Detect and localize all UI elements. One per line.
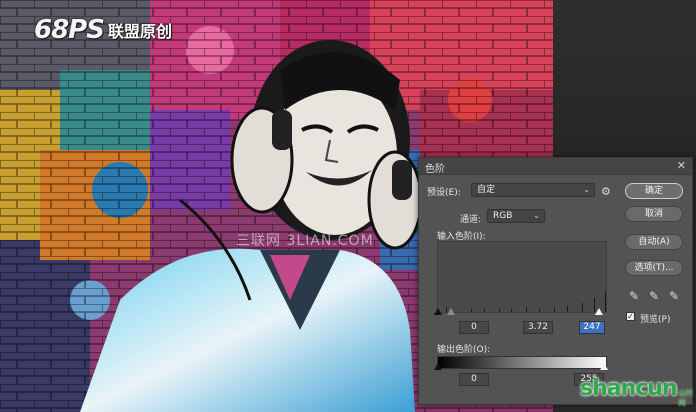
site-badge-sub: 山村网 xyxy=(678,389,693,407)
logo-mark: 68PS xyxy=(34,15,105,45)
output-black-slider[interactable] xyxy=(434,363,442,370)
logo-text: 联盟原创 xyxy=(107,22,172,41)
input-gamma-slider[interactable] xyxy=(447,308,455,315)
site-badge-main: shancun xyxy=(580,376,678,401)
preview-checkbox[interactable]: ✓ xyxy=(626,312,635,321)
levels-dialog: 色阶 ✕ 预设(E): 自定 ⌄ ⚙ 通道: RGB ⌄ 输入色阶(I): 0 … xyxy=(418,157,693,405)
channel-select[interactable]: RGB ⌄ xyxy=(487,209,545,223)
channel-value: RGB xyxy=(493,211,513,221)
output-levels-label: 输出色阶(O): xyxy=(437,345,491,355)
input-black-slider[interactable] xyxy=(434,308,442,315)
gray-eyedropper-icon[interactable]: ✎ xyxy=(649,289,659,303)
histogram-bar xyxy=(526,307,527,312)
histogram-bar xyxy=(582,303,583,312)
histogram-bar xyxy=(484,309,485,312)
chevron-down-icon: ⌄ xyxy=(533,211,540,220)
histogram-bar xyxy=(471,309,472,312)
histogram-bar xyxy=(511,309,512,312)
close-icon[interactable]: ✕ xyxy=(677,159,686,172)
black-eyedropper-icon[interactable]: ✎ xyxy=(629,289,639,303)
chevron-down-icon: ⌄ xyxy=(583,185,590,194)
ok-button[interactable]: 确定 xyxy=(625,183,683,199)
preview-label: 预览(P) xyxy=(640,315,671,325)
site-badge: shancun 山村网 xyxy=(580,376,696,408)
input-black-field[interactable]: 0 xyxy=(459,321,489,334)
histogram-bar xyxy=(554,307,555,312)
output-black-field[interactable]: 0 xyxy=(459,373,489,386)
preset-select[interactable]: 自定 ⌄ xyxy=(471,183,595,197)
gear-icon[interactable]: ⚙ xyxy=(601,185,611,198)
histogram-bar xyxy=(539,309,540,312)
dialog-titlebar[interactable]: 色阶 ✕ xyxy=(419,158,692,175)
dialog-title: 色阶 xyxy=(425,164,445,175)
preset-value: 自定 xyxy=(477,185,496,195)
histogram-bar xyxy=(499,309,500,312)
histogram-bar xyxy=(567,306,568,312)
auto-button[interactable]: 自动(A) xyxy=(625,234,683,250)
preset-label: 预设(E): xyxy=(427,188,461,198)
input-white-field[interactable]: 247 xyxy=(579,321,605,334)
white-eyedropper-icon[interactable]: ✎ xyxy=(669,289,679,303)
options-button[interactable]: 选项(T)... xyxy=(625,260,683,276)
channel-label: 通道: xyxy=(460,215,482,225)
cancel-button[interactable]: 取消 xyxy=(625,206,683,222)
histogram xyxy=(437,241,607,313)
input-gamma-field[interactable]: 3.72 xyxy=(523,321,553,334)
output-gradient-bar xyxy=(437,356,607,369)
output-white-slider[interactable] xyxy=(600,363,608,370)
input-white-slider[interactable] xyxy=(595,308,603,315)
site-logo: 68PS 联盟原创 xyxy=(34,15,172,45)
histogram-bar xyxy=(605,291,606,312)
watermark-text: 三联网 3LIAN.COM xyxy=(236,233,374,249)
